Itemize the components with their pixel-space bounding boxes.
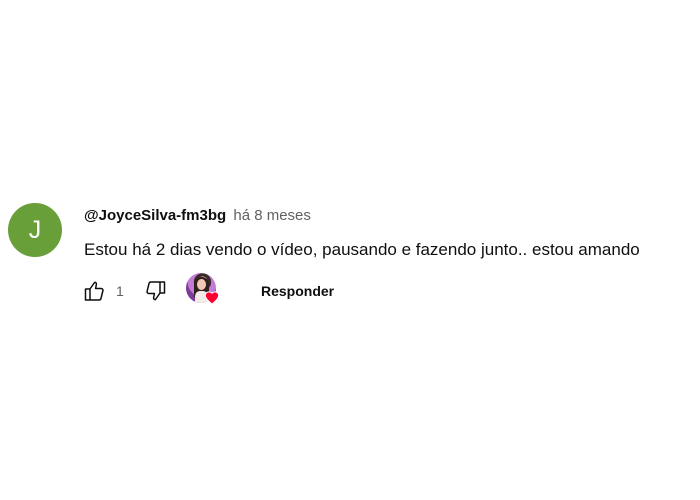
- thumb-up-icon: [84, 281, 104, 301]
- dislike-button[interactable]: [140, 275, 172, 307]
- like-button[interactable]: [78, 275, 110, 307]
- like-count: 1: [116, 283, 124, 299]
- comment-header: @JoyceSilva-fm3bg há 8 meses: [84, 207, 311, 225]
- creator-avatar-face: [197, 279, 206, 290]
- author-name[interactable]: @JoyceSilva-fm3bg: [84, 207, 226, 224]
- avatar-letter: J: [28, 215, 42, 244]
- heart-shape: [204, 291, 220, 305]
- comment-action-toolbar: 1 Responder: [78, 273, 678, 309]
- page: J @JoyceSilva-fm3bg há 8 meses Estou há …: [0, 0, 700, 500]
- published-time[interactable]: há 8 meses: [233, 207, 311, 224]
- reply-button[interactable]: Responder: [249, 275, 346, 307]
- comment-text: Estou há 2 dias vendo o vídeo, pausando …: [84, 240, 640, 259]
- thumb-down-icon: [146, 281, 166, 301]
- creator-heart-badge[interactable]: [184, 273, 222, 309]
- reply-label: Responder: [261, 283, 335, 299]
- avatar[interactable]: J: [8, 203, 62, 257]
- heart-icon: [204, 291, 220, 305]
